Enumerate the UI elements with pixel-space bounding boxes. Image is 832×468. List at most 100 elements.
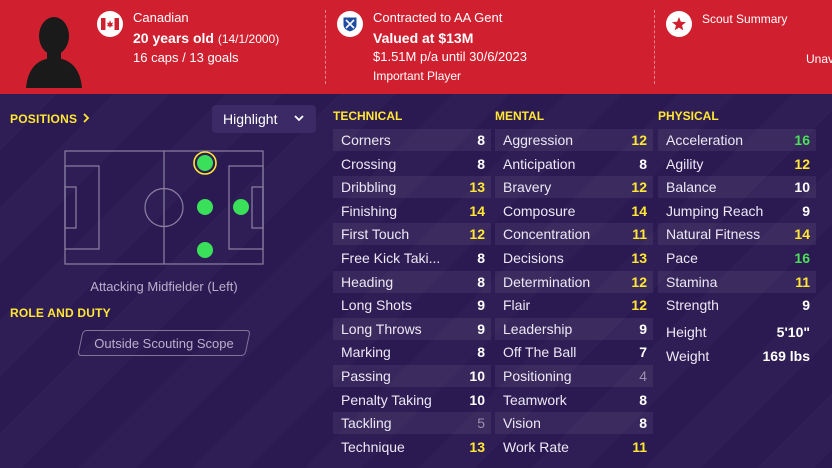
attribute-row-technical: Crossing 8 bbox=[333, 153, 491, 175]
highlight-dropdown[interactable]: Highlight bbox=[212, 105, 316, 133]
attribute-row-mental: Determination 12 bbox=[495, 270, 653, 293]
attribute-row-technical: Heading 8 bbox=[333, 270, 491, 293]
attribute-value: 13 bbox=[469, 438, 485, 455]
attribute-name: Agility bbox=[666, 155, 704, 172]
attribute-value: 8 bbox=[477, 344, 485, 361]
attribute-row-mental: Decisions 13 bbox=[495, 247, 653, 269]
attribute-value: 8 bbox=[639, 391, 647, 408]
attribute-value: 12 bbox=[631, 297, 647, 314]
position-dot-amc bbox=[233, 199, 249, 215]
attribute-value: 11 bbox=[632, 438, 647, 455]
attribute-name: Flair bbox=[503, 297, 531, 314]
attribute-row-technical: Finishing 14 bbox=[333, 200, 491, 222]
attribute-value: 11 bbox=[632, 226, 647, 243]
attribute-row-technical: Marking 8 bbox=[333, 341, 491, 363]
attribute-row-technical: Penalty Taking 10 bbox=[333, 389, 491, 411]
attribute-name: Tackling bbox=[341, 415, 392, 432]
highlight-label: Highlight bbox=[223, 111, 278, 127]
attribute-name: Passing bbox=[341, 368, 391, 384]
attribute-row-technical: Long Throws 9 bbox=[333, 317, 491, 340]
attribute-name: First Touch bbox=[341, 226, 410, 243]
header-divider bbox=[325, 10, 326, 84]
positions-link[interactable]: POSITIONS bbox=[10, 112, 90, 126]
attribute-name: Long Throws bbox=[341, 320, 422, 337]
physical-info-value: 5'10" bbox=[776, 324, 810, 340]
attribute-name: Leadership bbox=[503, 320, 573, 337]
attribute-row-mental: Leadership 9 bbox=[495, 317, 653, 340]
attribute-name: Pace bbox=[666, 250, 698, 266]
attribute-value: 9 bbox=[477, 297, 485, 314]
attribute-value: 8 bbox=[477, 273, 485, 290]
position-dot-mr bbox=[197, 242, 213, 258]
scout-summary-value: Unav bbox=[806, 52, 832, 66]
age-value: 20 years old bbox=[133, 30, 214, 46]
dob-text: (14/1/2000) bbox=[217, 32, 280, 46]
attribute-name: Acceleration bbox=[666, 132, 744, 148]
attribute-name: Natural Fitness bbox=[666, 226, 761, 243]
header-divider bbox=[654, 10, 655, 84]
position-pitch bbox=[64, 150, 264, 265]
attribute-row-physical: Acceleration 16 bbox=[658, 129, 816, 151]
position-label: Attacking Midfielder (Left) bbox=[90, 279, 238, 294]
attribute-name: Finishing bbox=[341, 202, 398, 219]
physical-info-row: Height 5'10" bbox=[658, 321, 816, 343]
attribute-value: 8 bbox=[477, 155, 485, 172]
attribute-name: Concentration bbox=[503, 226, 591, 243]
attribute-value: 14 bbox=[794, 226, 810, 243]
attribute-row-mental: Concentration 11 bbox=[495, 223, 653, 246]
attribute-name: Anticipation bbox=[503, 155, 576, 172]
value-text: Valued at $13M bbox=[373, 30, 474, 46]
position-dot-mc bbox=[197, 199, 213, 215]
attribute-row-technical: Dribbling 13 bbox=[333, 176, 491, 199]
attribute-value: 14 bbox=[469, 202, 485, 219]
attribute-row-physical: Stamina 11 bbox=[658, 270, 816, 293]
attribute-name: Free Kick Taki... bbox=[341, 250, 441, 266]
caps-goals-text: 16 caps / 13 goals bbox=[133, 50, 239, 65]
attribute-row-mental: Off The Ball 7 bbox=[495, 341, 653, 363]
physical-info-row: Weight 169 lbs bbox=[658, 345, 816, 367]
attribute-row-technical: Corners 8 bbox=[333, 129, 491, 151]
attribute-value: 8 bbox=[477, 132, 485, 148]
attribute-name: Marking bbox=[341, 344, 391, 361]
physical-info-name: Height bbox=[666, 324, 707, 340]
attribute-value: 12 bbox=[631, 273, 647, 290]
attribute-row-physical: Natural Fitness 14 bbox=[658, 223, 816, 246]
attribute-value: 8 bbox=[477, 250, 485, 266]
attribute-value: 5 bbox=[477, 415, 485, 432]
attribute-name: Balance bbox=[666, 179, 717, 196]
role-duty-title: ROLE AND DUTY bbox=[10, 306, 111, 320]
attribute-value: 10 bbox=[469, 391, 485, 408]
canada-flag-icon bbox=[97, 11, 123, 37]
wage-text: $1.51M p/a until 30/6/2023 bbox=[373, 49, 527, 64]
attribute-name: Bravery bbox=[503, 179, 552, 196]
attribute-row-mental: Positioning 4 bbox=[495, 365, 653, 387]
attribute-value: 8 bbox=[639, 415, 647, 432]
attribute-name: Composure bbox=[503, 202, 576, 219]
chevron-down-icon bbox=[294, 115, 304, 122]
attribute-name: Stamina bbox=[666, 273, 718, 290]
scout-summary-title: Scout Summary bbox=[702, 12, 788, 26]
attribute-row-technical: Passing 10 bbox=[333, 365, 491, 387]
attribute-name: Penalty Taking bbox=[341, 391, 432, 408]
attribute-value: 9 bbox=[802, 202, 810, 219]
attribute-row-technical: First Touch 12 bbox=[333, 223, 491, 246]
attribute-value: 7 bbox=[639, 344, 647, 361]
attribute-name: Off The Ball bbox=[503, 344, 577, 361]
nationality-text: Canadian bbox=[133, 10, 189, 25]
scouting-scope-label: Outside Scouting Scope bbox=[94, 335, 234, 351]
attribute-value: 12 bbox=[469, 226, 485, 243]
physical-info-name: Weight bbox=[666, 347, 710, 364]
attribute-name: Work Rate bbox=[503, 438, 569, 455]
attribute-row-mental: Teamwork 8 bbox=[495, 389, 653, 411]
attribute-value: 9 bbox=[802, 297, 810, 314]
attribute-value: 13 bbox=[631, 250, 647, 266]
attribute-row-mental: Work Rate 11 bbox=[495, 436, 653, 458]
attribute-row-mental: Flair 12 bbox=[495, 294, 653, 316]
attribute-value: 4 bbox=[639, 368, 647, 384]
physical-title: PHYSICAL bbox=[658, 109, 719, 123]
attribute-row-physical: Strength 9 bbox=[658, 294, 816, 316]
attribute-value: 12 bbox=[631, 179, 647, 196]
attribute-value: 16 bbox=[794, 132, 810, 148]
attribute-name: Heading bbox=[341, 273, 394, 290]
attribute-row-physical: Pace 16 bbox=[658, 247, 816, 269]
